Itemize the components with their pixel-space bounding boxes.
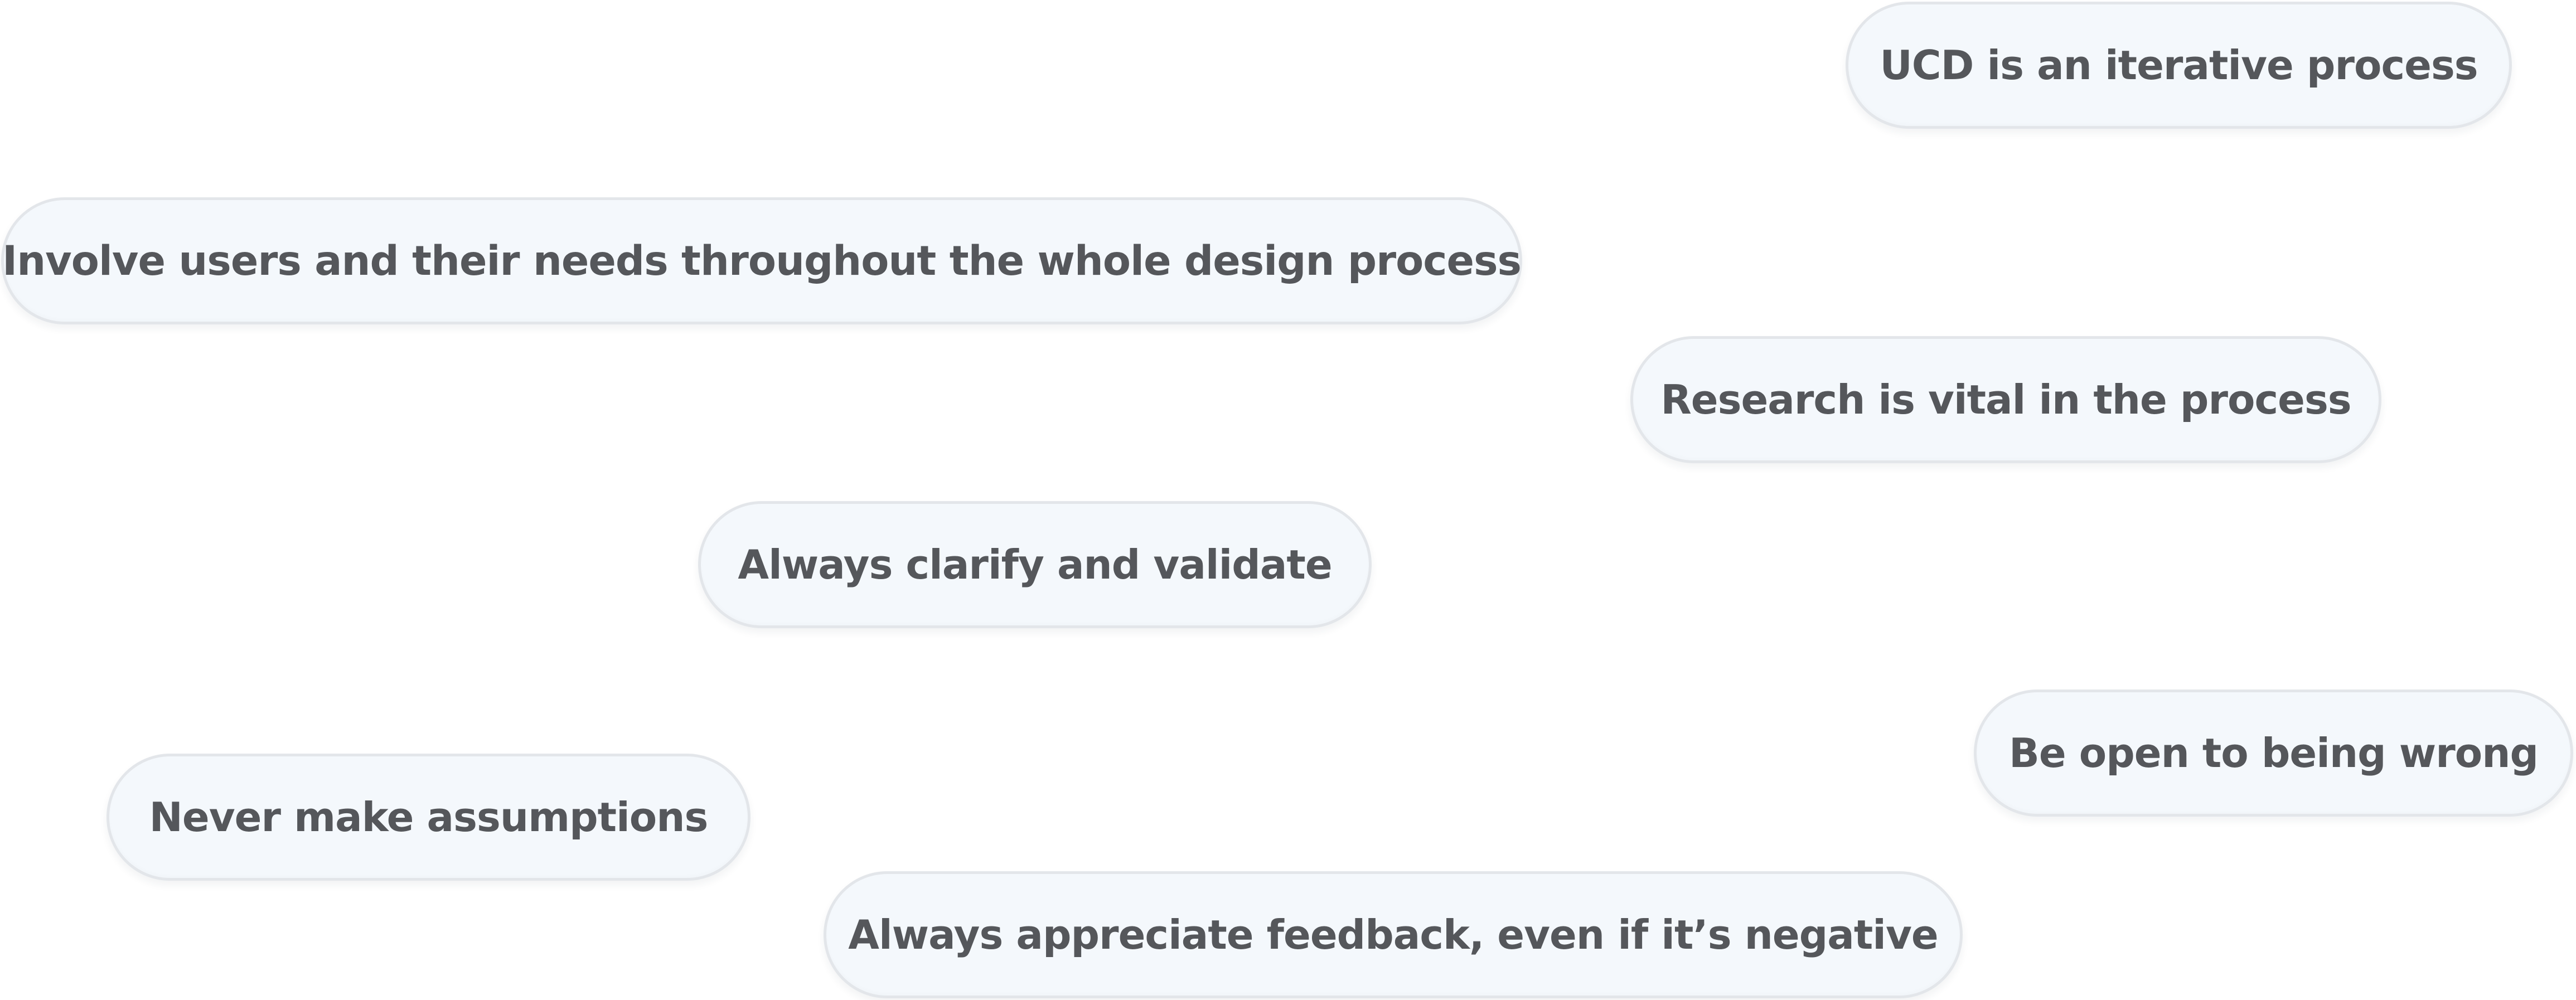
principle-label: Involve users and their needs throughout… xyxy=(2,237,1522,285)
principle-label: Always appreciate feedback, even if it’s… xyxy=(848,911,1938,958)
principle-pill-no-assumptions: Never make assumptions xyxy=(106,754,750,881)
principle-pill-research: Research is vital in the process xyxy=(1630,336,2381,463)
principle-pill-open-to-wrong: Be open to being wrong xyxy=(1974,690,2573,817)
principle-label: Never make assumptions xyxy=(149,794,709,841)
principle-pill-involve-users: Involve users and their needs throughout… xyxy=(1,197,1522,324)
principle-pill-clarify-validate: Always clarify and validate xyxy=(698,501,1372,628)
principle-label: Always clarify and validate xyxy=(738,541,1332,588)
principle-pill-feedback: Always appreciate feedback, even if it’s… xyxy=(824,871,1963,998)
principle-label: UCD is an iterative process xyxy=(1880,42,2478,89)
principle-label: Be open to being wrong xyxy=(2008,730,2539,776)
principle-pill-iterative: UCD is an iterative process xyxy=(1846,2,2512,129)
principle-label: Research is vital in the process xyxy=(1660,376,2351,423)
